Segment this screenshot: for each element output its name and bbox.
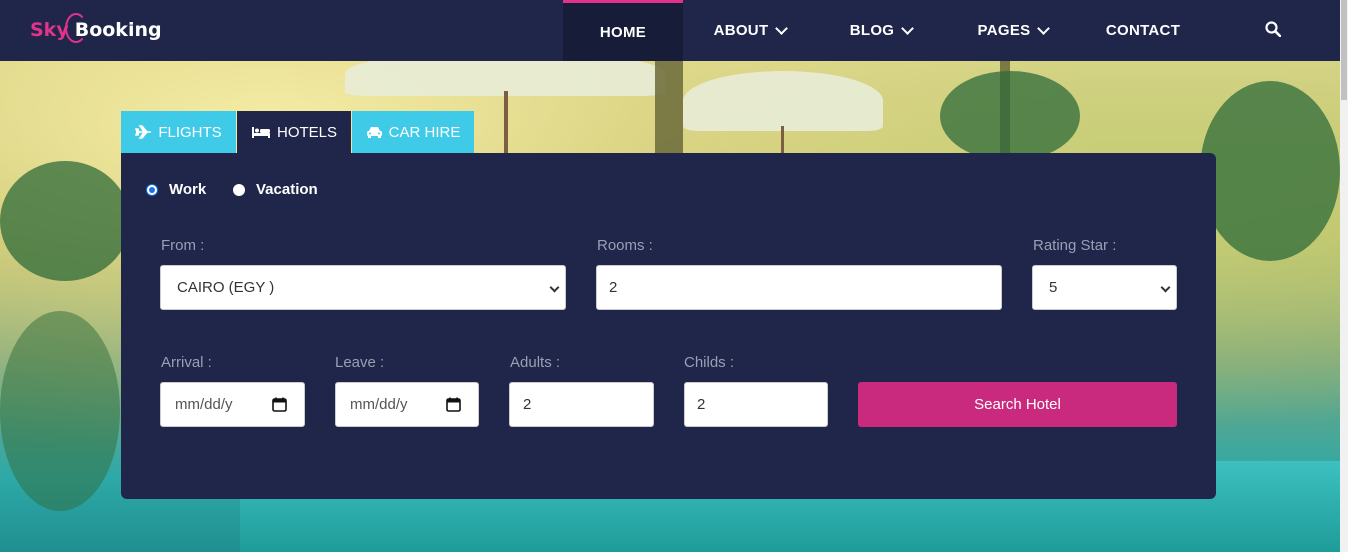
nav-pages[interactable]: PAGES: [963, 0, 1063, 61]
nav-about-label: ABOUT: [713, 22, 769, 39]
logo-ring: [64, 13, 87, 43]
tab-car-hire-label: CAR HIRE: [388, 123, 461, 141]
radio-work-label: Work: [169, 181, 207, 198]
chevron-down-icon: [901, 21, 915, 35]
chevron-down-icon: [549, 282, 560, 293]
calendar-icon[interactable]: [272, 397, 287, 412]
rating-star-value: 5: [1049, 279, 1058, 296]
adults-input[interactable]: 2: [509, 382, 654, 427]
foliage-shape: [940, 71, 1080, 161]
foliage-shape: [1200, 81, 1340, 261]
tab-car-hire[interactable]: CAR HIRE: [352, 111, 474, 153]
scrollbar-thumb[interactable]: [1341, 0, 1347, 100]
hotel-search-panel: [121, 153, 1216, 499]
tab-flights-label: FLIGHTS: [158, 123, 222, 141]
search-hotel-button[interactable]: Search Hotel: [858, 382, 1177, 427]
logo-sky-text: Sky: [30, 19, 69, 41]
rooms-label: Rooms :: [597, 237, 653, 254]
foliage-shape: [0, 311, 120, 511]
from-label: From :: [161, 237, 205, 254]
chevron-down-icon: [1160, 282, 1171, 293]
palm-trunk: [655, 61, 683, 156]
search-hotel-button-label: Search Hotel: [974, 396, 1061, 413]
chevron-down-icon: [1037, 21, 1051, 35]
tab-flights[interactable]: FLIGHTS: [121, 111, 236, 153]
nav-blog-label: BLOG: [849, 22, 895, 39]
radio-work[interactable]: Work: [146, 181, 206, 198]
nav-about[interactable]: ABOUT: [700, 0, 800, 61]
nav-pages-label: PAGES: [977, 22, 1031, 39]
childs-label: Childs :: [684, 354, 735, 371]
adults-input-value: 2: [523, 396, 532, 413]
radio-work-dot[interactable]: [146, 183, 158, 196]
bed-icon: [251, 127, 270, 138]
leave-placeholder: mm/dd/y: [350, 396, 408, 413]
chevron-down-icon: [775, 21, 789, 35]
search-icon[interactable]: [1265, 21, 1281, 37]
radio-vacation-label: Vacation: [256, 181, 318, 198]
page-scrollbar[interactable]: [1340, 0, 1348, 552]
umbrella-shape: [683, 71, 883, 131]
foliage-shape: [0, 161, 130, 281]
nav-home-label: HOME: [599, 23, 647, 41]
rating-star-select[interactable]: 5: [1032, 265, 1177, 310]
calendar-icon[interactable]: [446, 397, 461, 412]
from-select-value: CAIRO (EGY ): [177, 279, 275, 296]
radio-vacation[interactable]: Vacation: [233, 181, 318, 198]
arrival-label: Arrival :: [161, 354, 212, 371]
leave-date-input[interactable]: mm/dd/y: [335, 382, 479, 427]
tab-hotels[interactable]: HOTELS: [237, 111, 351, 153]
top-navbar: Sky Booking HOME ABOUT BLOG PAGES CONTAC…: [0, 0, 1340, 61]
tab-hotels-label: HOTELS: [276, 123, 337, 141]
car-icon: [366, 127, 382, 138]
rooms-input-value: 2: [609, 279, 618, 296]
rooms-input[interactable]: 2: [596, 265, 1002, 310]
nav-contact-label: CONTACT: [1105, 22, 1181, 39]
childs-input-value: 2: [697, 396, 706, 413]
nav-home[interactable]: HOME: [563, 0, 683, 61]
logo-booking-text: Booking: [64, 13, 162, 43]
nav-blog[interactable]: BLOG: [836, 0, 926, 61]
plane-icon: [135, 125, 152, 139]
leave-label: Leave :: [335, 354, 385, 371]
nav-contact[interactable]: CONTACT: [1095, 0, 1191, 61]
logo-booking-label: Booking: [74, 19, 162, 41]
from-select[interactable]: CAIRO (EGY ): [160, 265, 566, 310]
adults-label: Adults :: [510, 354, 561, 371]
arrival-date-input[interactable]: mm/dd/y: [160, 382, 305, 427]
arrival-placeholder: mm/dd/y: [175, 396, 233, 413]
childs-input[interactable]: 2: [684, 382, 828, 427]
rating-star-label: Rating Star :: [1033, 237, 1117, 254]
site-logo[interactable]: Sky Booking: [30, 10, 162, 50]
radio-vacation-dot[interactable]: [233, 183, 245, 196]
